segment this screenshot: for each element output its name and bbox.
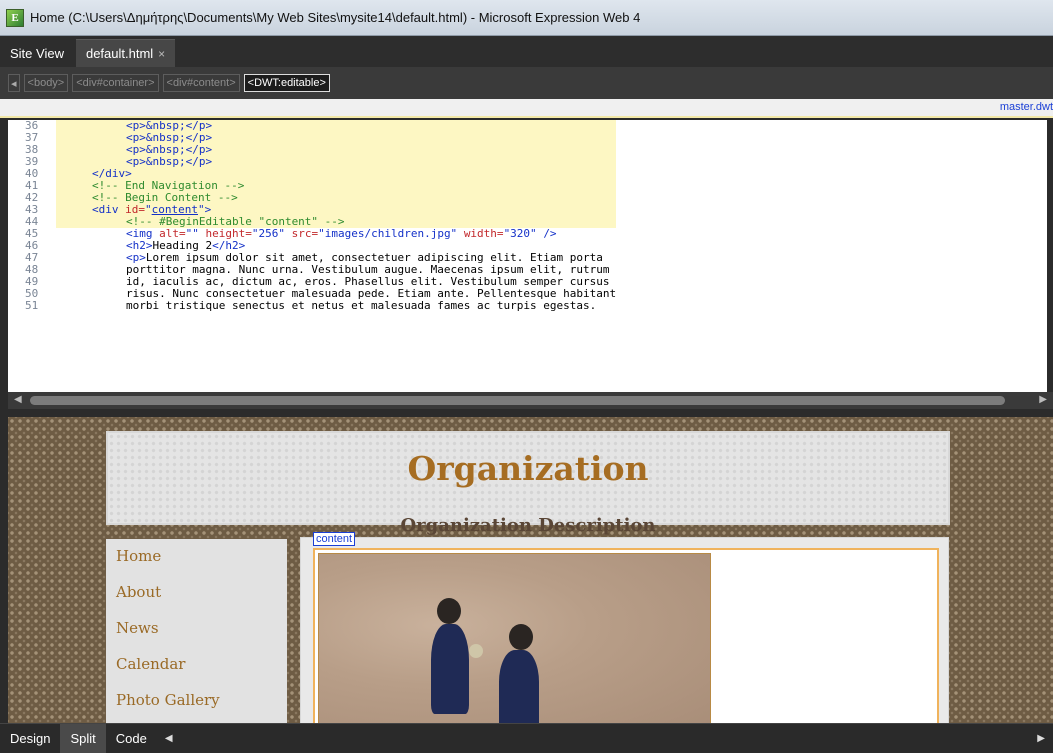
tab-default-html[interactable]: default.html × [75, 39, 176, 67]
line-number: 51 [25, 299, 39, 312]
editable-region-label[interactable]: content [313, 532, 356, 546]
code-line: <p>&nbsp;</p> [56, 156, 617, 168]
tab-default-html-label: default.html [85, 46, 154, 61]
breadcrumb-body[interactable]: <body> [23, 74, 69, 92]
code-horizontal-scrollbar[interactable]: ◀ ▶ [8, 392, 1053, 409]
code-text[interactable]: <p>&nbsp;</p> <p>&nbsp;</p> <p>&nbsp;</p… [56, 120, 617, 312]
design-view-button[interactable]: Design [0, 724, 60, 753]
site-navigation: Home About News Calendar Photo Gallery [106, 539, 287, 723]
code-view-button[interactable]: Code [106, 724, 157, 753]
scrollbar-thumb[interactable] [30, 396, 1005, 405]
status-scroll-right-icon[interactable]: ▶ [1037, 733, 1045, 744]
code-editor[interactable]: 36 37 38 39 40 41 42 43 44 45 46 47 48 4… [8, 120, 1053, 392]
tab-site-view[interactable]: Site View [0, 39, 74, 67]
children-photo[interactable] [318, 553, 711, 723]
child-body-2 [499, 650, 539, 723]
master-template-link[interactable]: master.dwt [1000, 101, 1053, 113]
status-scroll-left-icon[interactable]: ◀ [165, 733, 173, 744]
split-divider[interactable] [0, 409, 1053, 417]
child-body-1 [431, 624, 469, 714]
nav-link-about[interactable]: About [116, 583, 161, 601]
tab-close-icon[interactable]: × [158, 47, 165, 61]
site-header: Organization Organization Description [106, 431, 950, 536]
child-head-1 [437, 598, 461, 624]
window-title: Home (C:\Users\Δημήτρης\Documents\My Web… [30, 10, 641, 25]
nav-link-photo-gallery[interactable]: Photo Gallery [116, 691, 220, 709]
tag-selector-left-arrow-icon[interactable]: ◂ [8, 74, 20, 92]
organization-description[interactable]: Organization Description [108, 515, 948, 536]
tab-site-view-label: Site View [10, 45, 64, 61]
scroll-right-icon[interactable]: ▶ [1039, 394, 1047, 405]
nav-link-home[interactable]: Home [116, 547, 161, 565]
breadcrumb-div-container[interactable]: <div#container> [72, 74, 159, 92]
editable-region[interactable] [313, 548, 939, 723]
organization-name[interactable]: Organization [108, 449, 948, 488]
content-region: content [300, 532, 949, 723]
breadcrumb-dwt-editable[interactable]: <DWT:editable> [243, 74, 330, 92]
document-tab-bar: Site View default.html × [0, 36, 1053, 67]
line-numbers: 36 37 38 39 40 41 42 43 44 45 46 47 48 4… [8, 120, 50, 312]
code-line: morbi tristique senectus et netus et mal… [126, 299, 597, 312]
view-switcher-bar: Design Split Code ◀ ▶ [0, 723, 1053, 753]
child-head-2 [509, 624, 533, 650]
breadcrumb-div-content[interactable]: <div#content> [162, 74, 240, 92]
nav-link-news[interactable]: News [116, 619, 159, 637]
dwt-info-bar: master.dwt [0, 99, 1053, 118]
expression-web-app-icon[interactable]: E [6, 8, 24, 27]
split-view-button[interactable]: Split [60, 723, 106, 753]
ball [469, 644, 483, 658]
scroll-left-icon[interactable]: ◀ [14, 394, 22, 405]
design-view[interactable]: Organization Organization Description Ho… [8, 417, 1053, 723]
title-bar: E Home (C:\Users\Δημήτρης\Documents\My W… [0, 0, 1053, 36]
nav-link-calendar[interactable]: Calendar [116, 655, 185, 673]
quick-tag-selector: ◂ <body> <div#container> <div#content> <… [0, 67, 1053, 99]
